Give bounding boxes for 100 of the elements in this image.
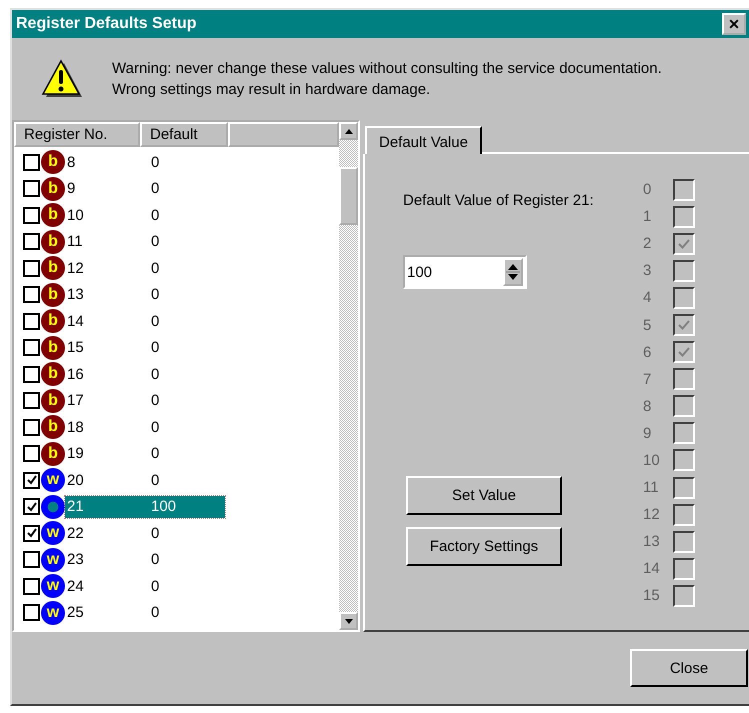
register-number: 12 <box>66 260 85 277</box>
bit-register-icon: b <box>41 388 65 413</box>
table-row[interactable]: 15 0 <box>65 336 225 359</box>
checkbox[interactable] <box>23 286 40 304</box>
checkbox[interactable] <box>23 366 40 383</box>
checkbox[interactable] <box>23 551 40 568</box>
checkbox[interactable] <box>23 180 40 198</box>
check-icon <box>677 318 691 332</box>
bit-register-icon: b <box>41 336 65 360</box>
checkbox[interactable] <box>23 392 40 410</box>
bit-label: 1 <box>643 208 652 226</box>
word-register-icon: w <box>41 574 65 598</box>
table-row[interactable]: 20 0 <box>65 469 225 492</box>
bit-label: 3 <box>643 262 652 280</box>
table-row[interactable]: 13 0 <box>65 284 225 306</box>
checkbox[interactable] <box>23 604 40 622</box>
table-row[interactable]: 12 0 <box>65 257 225 280</box>
word-register-icon: w <box>41 468 65 492</box>
checkbox[interactable] <box>23 206 40 224</box>
scroll-down-icon[interactable] <box>344 618 352 624</box>
default-value: 0 <box>151 392 160 410</box>
table-row[interactable]: 16 0 <box>65 363 225 386</box>
field-label: Default Value of Register 21: <box>403 192 594 211</box>
table-row[interactable]: 21 100 <box>65 496 225 518</box>
close-button[interactable]: × <box>722 13 746 35</box>
default-value: 0 <box>151 366 160 383</box>
bit-label: 11 <box>643 479 660 496</box>
register-number: 21 <box>66 498 85 516</box>
table-row[interactable]: 19 0 <box>65 442 225 465</box>
default-value: 0 <box>151 339 160 356</box>
check-icon <box>677 345 691 360</box>
bit-label: 6 <box>643 344 652 361</box>
checkbox[interactable] <box>23 260 40 277</box>
scroll-thumb[interactable] <box>339 167 358 225</box>
value-spin-field[interactable]: 100 <box>403 255 527 289</box>
close-dialog-button[interactable]: Close <box>630 649 748 687</box>
table-row[interactable]: 8 0 <box>65 151 225 174</box>
warning-icon <box>40 59 84 99</box>
bit-label: 8 <box>643 398 652 415</box>
check-icon <box>26 474 38 486</box>
checkbox[interactable] <box>23 233 40 250</box>
word-register-icon: w <box>41 600 65 625</box>
word-register-icon: w <box>41 521 65 546</box>
checkbox[interactable] <box>23 578 40 595</box>
table-row[interactable]: 18 0 <box>65 416 225 438</box>
table-row[interactable]: 9 0 <box>65 178 225 200</box>
register-number: 15 <box>66 339 85 356</box>
tab[interactable]: Default Value <box>365 126 482 154</box>
factory-settings-button[interactable]: Factory Settings <box>406 527 562 566</box>
default-value: 0 <box>151 286 160 304</box>
vertical-scrollbar[interactable] <box>339 122 358 630</box>
checkbox[interactable] <box>23 445 40 462</box>
register-number: 10 <box>66 206 85 224</box>
table-row[interactable]: 24 0 <box>65 575 225 598</box>
table-row[interactable]: 10 0 <box>65 204 225 226</box>
default-value: 0 <box>151 524 160 542</box>
bit-register-icon: b <box>41 176 65 201</box>
table-row[interactable]: 17 0 <box>65 390 225 412</box>
default-value: 0 <box>151 260 160 277</box>
default-value: 0 <box>151 312 160 330</box>
bit-label: 9 <box>643 424 652 442</box>
default-value: 0 <box>151 604 160 622</box>
column-header[interactable]: Default <box>140 122 228 147</box>
default-value: 0 <box>151 551 160 568</box>
bit-register-icon: b <box>41 256 65 280</box>
checkbox[interactable] <box>23 524 40 542</box>
column-header[interactable]: Register No. <box>14 122 140 147</box>
checkbox[interactable] <box>23 498 40 516</box>
checkbox[interactable] <box>23 154 40 171</box>
bit-label: 7 <box>643 370 652 388</box>
register-number: 11 <box>66 233 84 250</box>
warning-text: Wrong settings may result in hardware damage. <box>112 80 432 100</box>
register-number: 20 <box>66 472 85 489</box>
set-value-button[interactable]: Set Value <box>406 476 562 515</box>
bit-label: 4 <box>643 289 652 306</box>
bit-label: 2 <box>643 235 652 252</box>
bit-label: 13 <box>643 533 661 550</box>
bit-register-icon: b <box>41 415 65 440</box>
bit-register-icon: b <box>41 362 65 386</box>
table-row[interactable]: 22 0 <box>65 522 225 544</box>
scroll-up-icon[interactable] <box>344 128 352 134</box>
register-number: 24 <box>66 578 85 595</box>
bit-register-icon: b <box>41 309 65 334</box>
check-icon <box>677 236 691 251</box>
table-row[interactable]: 11 0 <box>65 230 225 253</box>
bit-label: 5 <box>643 316 652 334</box>
register-number: 18 <box>66 418 85 436</box>
table-row[interactable]: 23 0 <box>65 548 225 571</box>
bit-label: 14 <box>643 560 661 578</box>
register-number: 19 <box>66 445 85 462</box>
checkbox[interactable] <box>23 418 40 436</box>
table-row[interactable]: 25 0 <box>65 602 225 624</box>
bit-label: 12 <box>643 506 661 524</box>
checkbox[interactable] <box>23 312 40 330</box>
checkbox[interactable] <box>23 472 40 489</box>
table-row[interactable]: 14 0 <box>65 310 225 332</box>
default-value: 0 <box>151 206 160 224</box>
register-number: 16 <box>66 366 85 383</box>
register-number: 13 <box>66 286 85 304</box>
checkbox[interactable] <box>23 339 40 356</box>
